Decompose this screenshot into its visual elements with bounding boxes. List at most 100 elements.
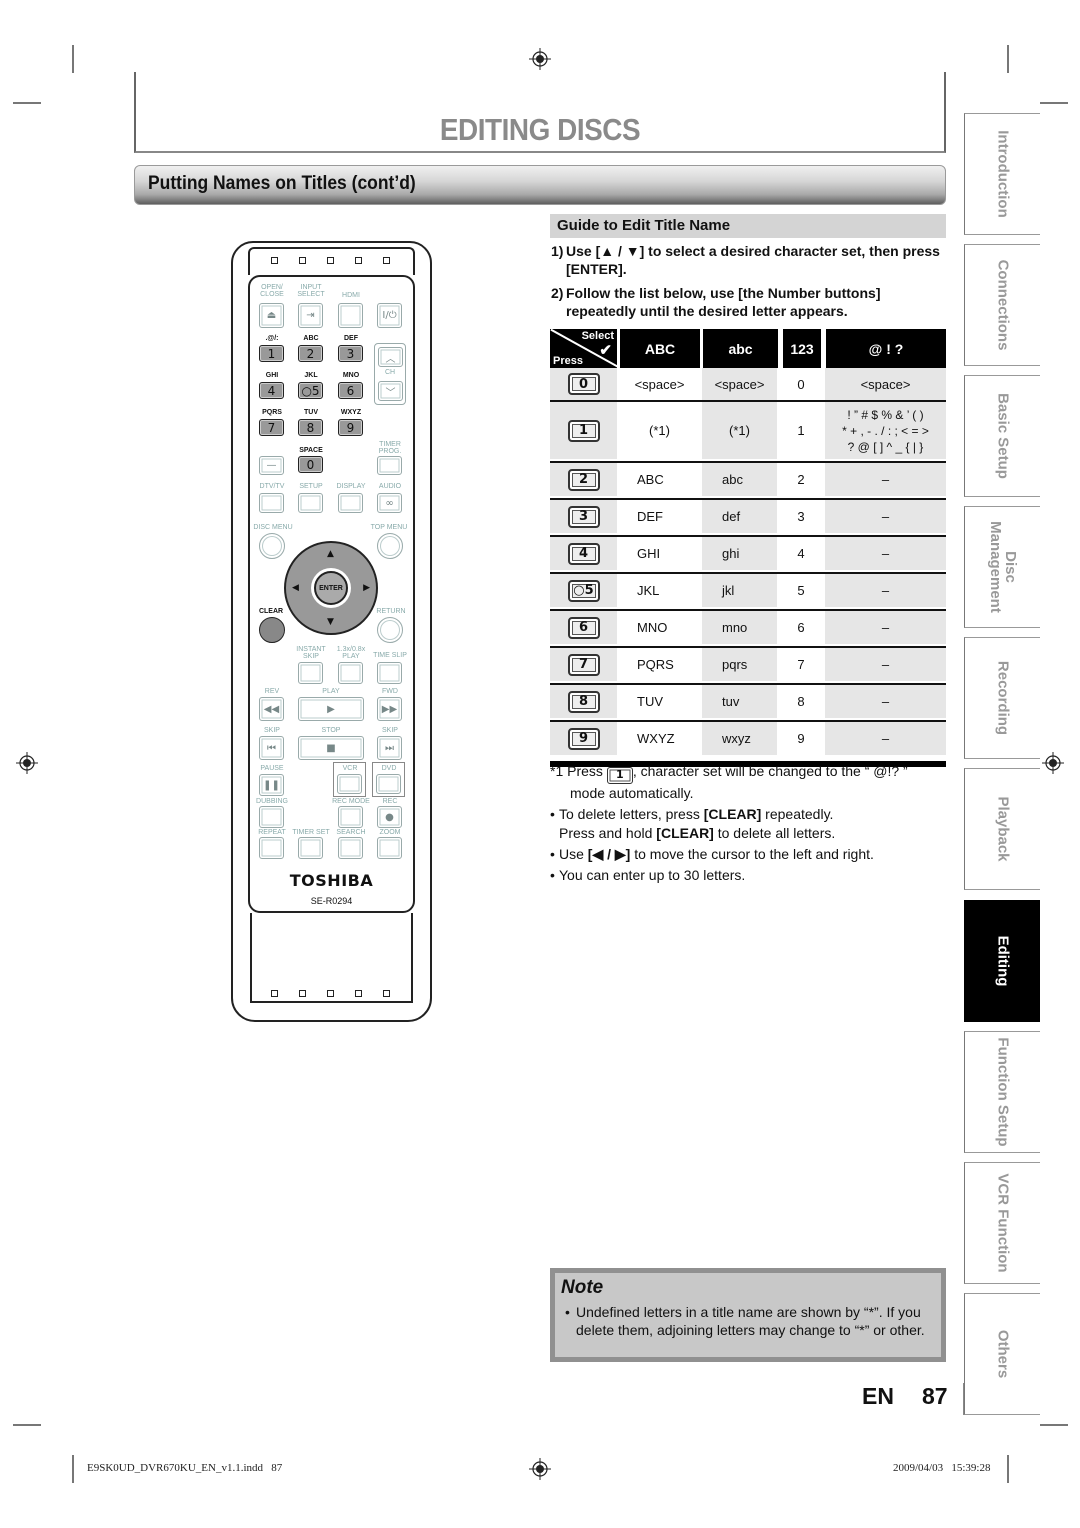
timer-set-button (298, 837, 323, 859)
digit-1-button: 1 (259, 345, 284, 362)
col-header-123: 123 (783, 329, 821, 368)
down-arrow-icon: ▼ (327, 617, 334, 627)
table-row: 9 WXYZ wxyz 9– (550, 720, 946, 755)
cell-number: 5 (777, 574, 825, 607)
number-key-icon: 0 (567, 373, 600, 395)
timer-prog-button (377, 456, 402, 475)
cell-symbols: – (825, 574, 946, 607)
cell-number: 3 (777, 500, 825, 533)
rev-button: ◀◀ (259, 697, 284, 721)
guide-step-1: 1) Use [▲ / ▼] to select a desired chara… (551, 243, 940, 277)
note-title: Note (561, 1277, 604, 1298)
return-button (377, 617, 403, 643)
tab-disc-management[interactable]: Disc Management (964, 506, 1040, 628)
table-row: 8 TUV tuv 8– (550, 683, 946, 718)
crop-mark (72, 45, 74, 73)
tab-others[interactable]: Others (964, 1293, 1040, 1415)
input-select-button: ⇥ (298, 303, 323, 328)
rec-button: ● (377, 806, 402, 828)
crop-mark (1040, 102, 1068, 104)
key-1-icon: 1 (606, 767, 633, 784)
cell-number: 7 (777, 648, 825, 681)
cell-abc-lower: ghi (702, 537, 777, 570)
enter-button: ENTER (314, 571, 348, 605)
digit-0-button: 0 (298, 456, 323, 473)
tab-vcr-function[interactable]: VCR Function (964, 1162, 1040, 1284)
rec-mode-button (338, 806, 363, 828)
check-icon: ✔ (599, 342, 612, 359)
crop-mark (1040, 1424, 1068, 1426)
cell-number: 6 (777, 611, 825, 644)
cell-abc-lower: wxyz (702, 722, 777, 755)
col-header-abc-upper: ABC (620, 329, 700, 368)
table-header: Select ✔ Press ABC abc 123 @ ! ? (550, 329, 946, 368)
tab-editing[interactable]: Editing (964, 900, 1040, 1022)
number-key-icon: ○5 (567, 579, 600, 602)
table-row: 2 ABC abc 2– (550, 461, 946, 496)
cell-abc-upper: <space> (617, 368, 702, 400)
guide-step-2: 2) Follow the list below, use [the Numbe… (551, 285, 881, 319)
cell-abc-lower: <space> (702, 368, 777, 400)
press-label: Press (553, 355, 583, 367)
left-arrow-icon: ◀ (292, 583, 299, 593)
bullet-delete-all: Press and hold [CLEAR] to delete all let… (559, 825, 836, 841)
time-slip-button (377, 662, 402, 684)
up-arrow-icon: ▲ (327, 549, 334, 559)
digit-9-button: 9 (338, 419, 363, 436)
number-key-icon: 6 (567, 616, 600, 639)
table-row: 6 MNO mno 6– (550, 609, 946, 644)
cell-symbols: – (825, 611, 946, 644)
right-arrow-icon: ▶ (363, 583, 370, 593)
table-row: 7 PQRS pqrs 7– (550, 646, 946, 681)
title-box: EDITING DISCS (134, 72, 946, 153)
play-speed-button (338, 662, 363, 684)
number-key-icon: 4 (567, 542, 600, 565)
tab-recording[interactable]: Recording (964, 637, 1040, 759)
digit-3-button: 3 (338, 345, 363, 362)
registration-mark-icon (16, 752, 38, 774)
crop-mark (1007, 1455, 1009, 1483)
page-number: EN 87 (862, 1383, 948, 1409)
digit-4-button: 4 (259, 382, 284, 399)
cell-abc-upper: MNO (617, 611, 702, 644)
tab-connections[interactable]: Connections (964, 244, 1040, 366)
stop-button: ■ (298, 736, 364, 760)
note-text: • Undefined letters in a title name are s… (565, 1304, 925, 1338)
dpad: ▲ ▼ ◀ ▶ ENTER (284, 541, 378, 635)
tab-basic-setup[interactable]: Basic Setup (964, 375, 1040, 497)
tab-introduction[interactable]: Introduction (964, 113, 1040, 235)
digit-6-button: 6 (338, 382, 363, 399)
cell-number: 9 (777, 722, 825, 755)
crop-mark (13, 1424, 41, 1426)
cell-number: 8 (777, 685, 825, 718)
cell-abc-upper: (*1) (617, 402, 702, 459)
dubbing-button (259, 806, 284, 828)
cell-number: 1 (777, 402, 825, 459)
model-number: SE-R0294 (310, 896, 353, 906)
tab-playback[interactable]: Playback (964, 768, 1040, 890)
digit-8-button: 8 (298, 419, 323, 436)
ch-up-button: ︿ (378, 347, 403, 367)
bullet-cursor: • Use [◀ / ▶] to move the cursor to the l… (550, 846, 874, 862)
notes: *1 Press 1, character set will be change… (550, 762, 946, 885)
brand-logo: TOSHIBA (289, 871, 374, 890)
crop-mark (1007, 45, 1009, 73)
table-row: 3 DEF def 3– (550, 498, 946, 533)
guide-heading: Guide to Edit Title Name (557, 217, 731, 234)
footer-filename: E9SK0UD_DVR670KU_EN_v1.1.indd 87 (87, 1462, 283, 1474)
cell-abc-upper: PQRS (617, 648, 702, 681)
digit-2-button: 2 (298, 345, 323, 362)
number-key-icon: 2 (567, 468, 600, 491)
dash-button: — (259, 456, 284, 475)
cell-abc-upper: JKL (617, 574, 702, 607)
tab-function-setup[interactable]: Function Setup (964, 1031, 1040, 1153)
cell-symbols: – (825, 648, 946, 681)
skip-forward-button: ⏭ (377, 736, 402, 760)
skip-back-button: ⏮ (259, 736, 284, 760)
cell-abc-lower: tuv (702, 685, 777, 718)
bullet-delete: • To delete letters, press [CLEAR] repeat… (550, 806, 834, 822)
clear-button (259, 617, 285, 643)
table-row: 4 GHI ghi 4– (550, 535, 946, 570)
power-button: I/⏻ (377, 303, 402, 328)
dtv-tv-button (259, 493, 284, 513)
